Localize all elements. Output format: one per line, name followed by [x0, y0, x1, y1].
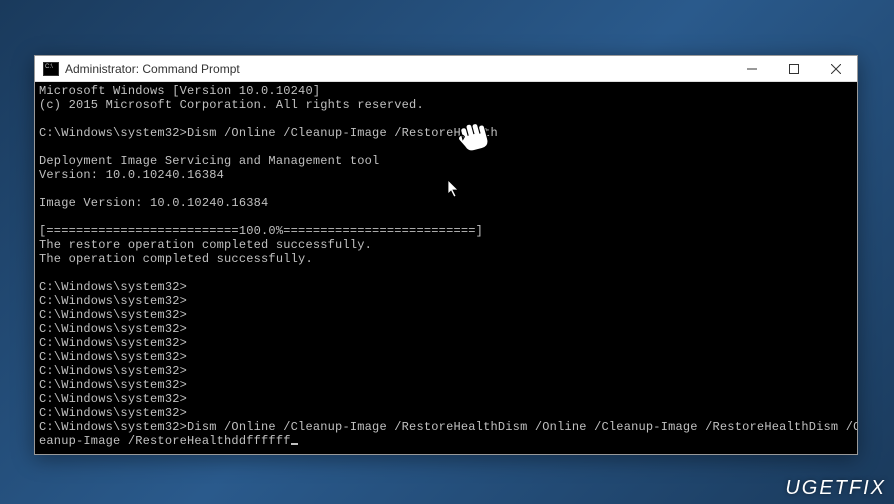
minimize-icon [747, 64, 757, 74]
cmd-icon [43, 62, 59, 76]
minimize-button[interactable] [731, 56, 773, 81]
maximize-icon [789, 64, 799, 74]
terminal-output[interactable]: Microsoft Windows [Version 10.0.10240] (… [35, 82, 857, 454]
terminal-line: C:\Windows\system32> [39, 406, 187, 420]
terminal-cursor [291, 443, 298, 445]
hand-cursor-icon [455, 118, 499, 158]
close-icon [831, 64, 841, 74]
terminal-line: C:\Windows\system32> [39, 322, 187, 336]
terminal-line: C:\Windows\system32> [39, 308, 187, 322]
command-prompt-window: Administrator: Command Prompt Microsoft … [34, 55, 858, 455]
terminal-line: The restore operation completed successf… [39, 238, 372, 252]
terminal-line: Microsoft Windows [Version 10.0.10240] [39, 84, 320, 98]
terminal-line: C:\Windows\system32> [39, 294, 187, 308]
window-controls [731, 56, 857, 81]
terminal-line: (c) 2015 Microsoft Corporation. All righ… [39, 98, 424, 112]
close-button[interactable] [815, 56, 857, 81]
terminal-line: Deployment Image Servicing and Managemen… [39, 154, 379, 168]
arrow-cursor-icon [448, 180, 462, 200]
terminal-line: C:\Windows\system32> [39, 364, 187, 378]
terminal-line: C:\Windows\system32> [39, 280, 187, 294]
terminal-line: The operation completed successfully. [39, 252, 313, 266]
terminal-line: C:\Windows\system32>Dism /Online /Cleanu… [39, 420, 857, 434]
watermark: UGETFIX [785, 477, 886, 500]
window-title: Administrator: Command Prompt [65, 62, 731, 76]
terminal-line: C:\Windows\system32> [39, 350, 187, 364]
terminal-line: C:\Windows\system32>Dism /Online /Cleanu… [39, 126, 498, 140]
terminal-line: C:\Windows\system32> [39, 392, 187, 406]
terminal-line: Image Version: 10.0.10240.16384 [39, 196, 268, 210]
maximize-button[interactable] [773, 56, 815, 81]
terminal-line: Version: 10.0.10240.16384 [39, 168, 224, 182]
terminal-line: C:\Windows\system32> [39, 336, 187, 350]
titlebar[interactable]: Administrator: Command Prompt [35, 56, 857, 82]
terminal-line: [==========================100.0%=======… [39, 224, 483, 238]
watermark-text: UGETFIX [785, 477, 886, 499]
terminal-line: eanup-Image /RestoreHealthddffffff [39, 434, 291, 448]
terminal-line: C:\Windows\system32> [39, 378, 187, 392]
